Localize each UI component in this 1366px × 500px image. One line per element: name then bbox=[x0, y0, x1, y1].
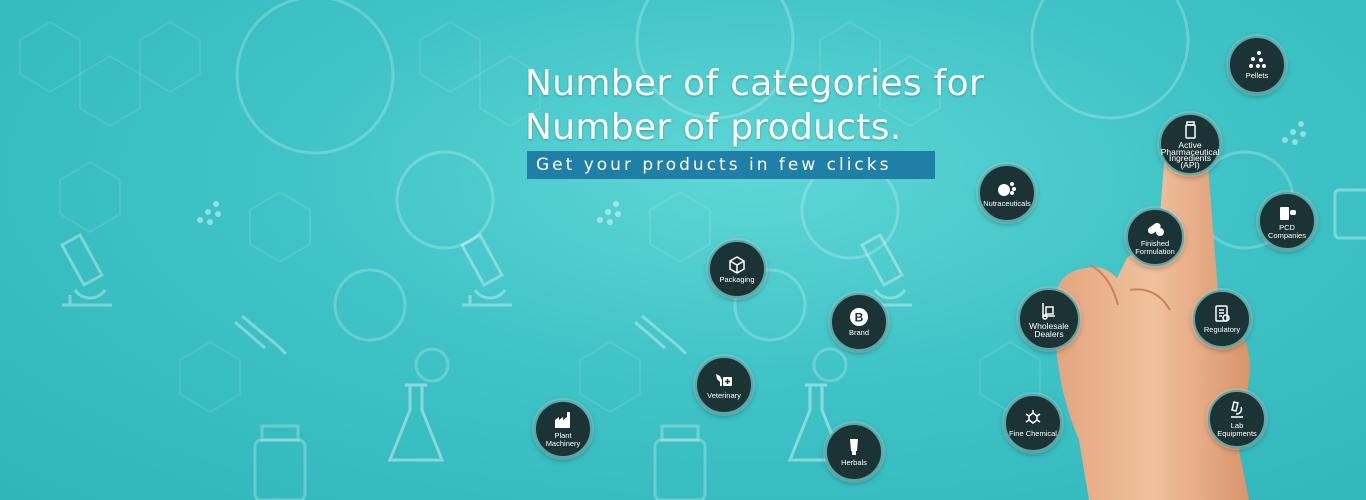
dog-medical-icon bbox=[716, 374, 732, 386]
hand-truck-icon bbox=[1042, 303, 1055, 320]
letter-b-icon: B bbox=[850, 308, 868, 326]
fruit-icon bbox=[998, 182, 1016, 196]
document-icon bbox=[1215, 305, 1230, 322]
bottle-icon bbox=[1185, 121, 1196, 139]
category-plant-machinery[interactable]: Plant Machinery bbox=[534, 400, 592, 458]
category-brand[interactable]: B Brand bbox=[830, 293, 888, 351]
category-fine-chemical[interactable]: Fine Chemical bbox=[1004, 394, 1062, 452]
microscope-icon bbox=[1231, 401, 1243, 418]
tube-icon bbox=[850, 439, 858, 455]
category-label: Lab Equipments bbox=[1217, 421, 1257, 438]
factory-icon bbox=[555, 412, 570, 428]
category-label: Plant Machinery bbox=[545, 431, 581, 448]
category-lab-equipments[interactable]: Lab Equipments bbox=[1208, 390, 1266, 448]
category-label: Veterinary bbox=[707, 391, 741, 400]
headline-line-1: Number of categories for bbox=[525, 63, 985, 104]
medicine-box-icon bbox=[1280, 207, 1296, 220]
molecule-icon bbox=[1025, 410, 1041, 424]
category-finished-formulation[interactable]: Finished Formulation bbox=[1126, 208, 1184, 266]
category-label: Finished Formulation bbox=[1135, 239, 1175, 256]
category-label: Nutraceuticals bbox=[983, 199, 1031, 208]
headline-line-2: Number of products. bbox=[525, 107, 902, 148]
category-label: Packaging bbox=[719, 275, 755, 284]
category-pellets[interactable]: Pellets bbox=[1228, 36, 1286, 94]
category-label: PCD Companies bbox=[1268, 223, 1306, 240]
category-label: Wholesale Dealers bbox=[1029, 321, 1069, 339]
category-label: Herbals bbox=[841, 458, 867, 467]
hero-banner: Number of categories for Number of produ… bbox=[0, 0, 1366, 500]
category-packaging[interactable]: Packaging bbox=[708, 240, 766, 298]
category-label: Pellets bbox=[1245, 71, 1269, 80]
category-label: Brand bbox=[848, 328, 869, 337]
category-api[interactable]: Active Pharmaceutical Ingredients (API) bbox=[1159, 113, 1221, 175]
category-pcd-companies[interactable]: PCD Companies bbox=[1258, 192, 1316, 250]
category-nutraceuticals[interactable]: Nutraceuticals bbox=[978, 164, 1036, 222]
category-label: Regulatory bbox=[1203, 325, 1241, 334]
category-regulatory[interactable]: Regulatory bbox=[1193, 290, 1251, 348]
category-label: Fine Chemical bbox=[1009, 429, 1057, 438]
tagline: Get your products in few clicks bbox=[527, 151, 935, 179]
category-veterinary[interactable]: Veterinary bbox=[695, 356, 753, 414]
category-wholesale-dealers[interactable]: Wholesale Dealers bbox=[1018, 288, 1080, 350]
capsule-icon bbox=[1147, 222, 1164, 236]
box-icon bbox=[729, 256, 745, 274]
dots-icon bbox=[1249, 51, 1266, 68]
category-herbals[interactable]: Herbals bbox=[825, 423, 883, 481]
headline: Number of categories for Number of produ… bbox=[525, 62, 984, 150]
category-label: Active Pharmaceutical Ingredients (API) bbox=[1160, 140, 1220, 170]
svg-text:B: B bbox=[855, 311, 864, 325]
